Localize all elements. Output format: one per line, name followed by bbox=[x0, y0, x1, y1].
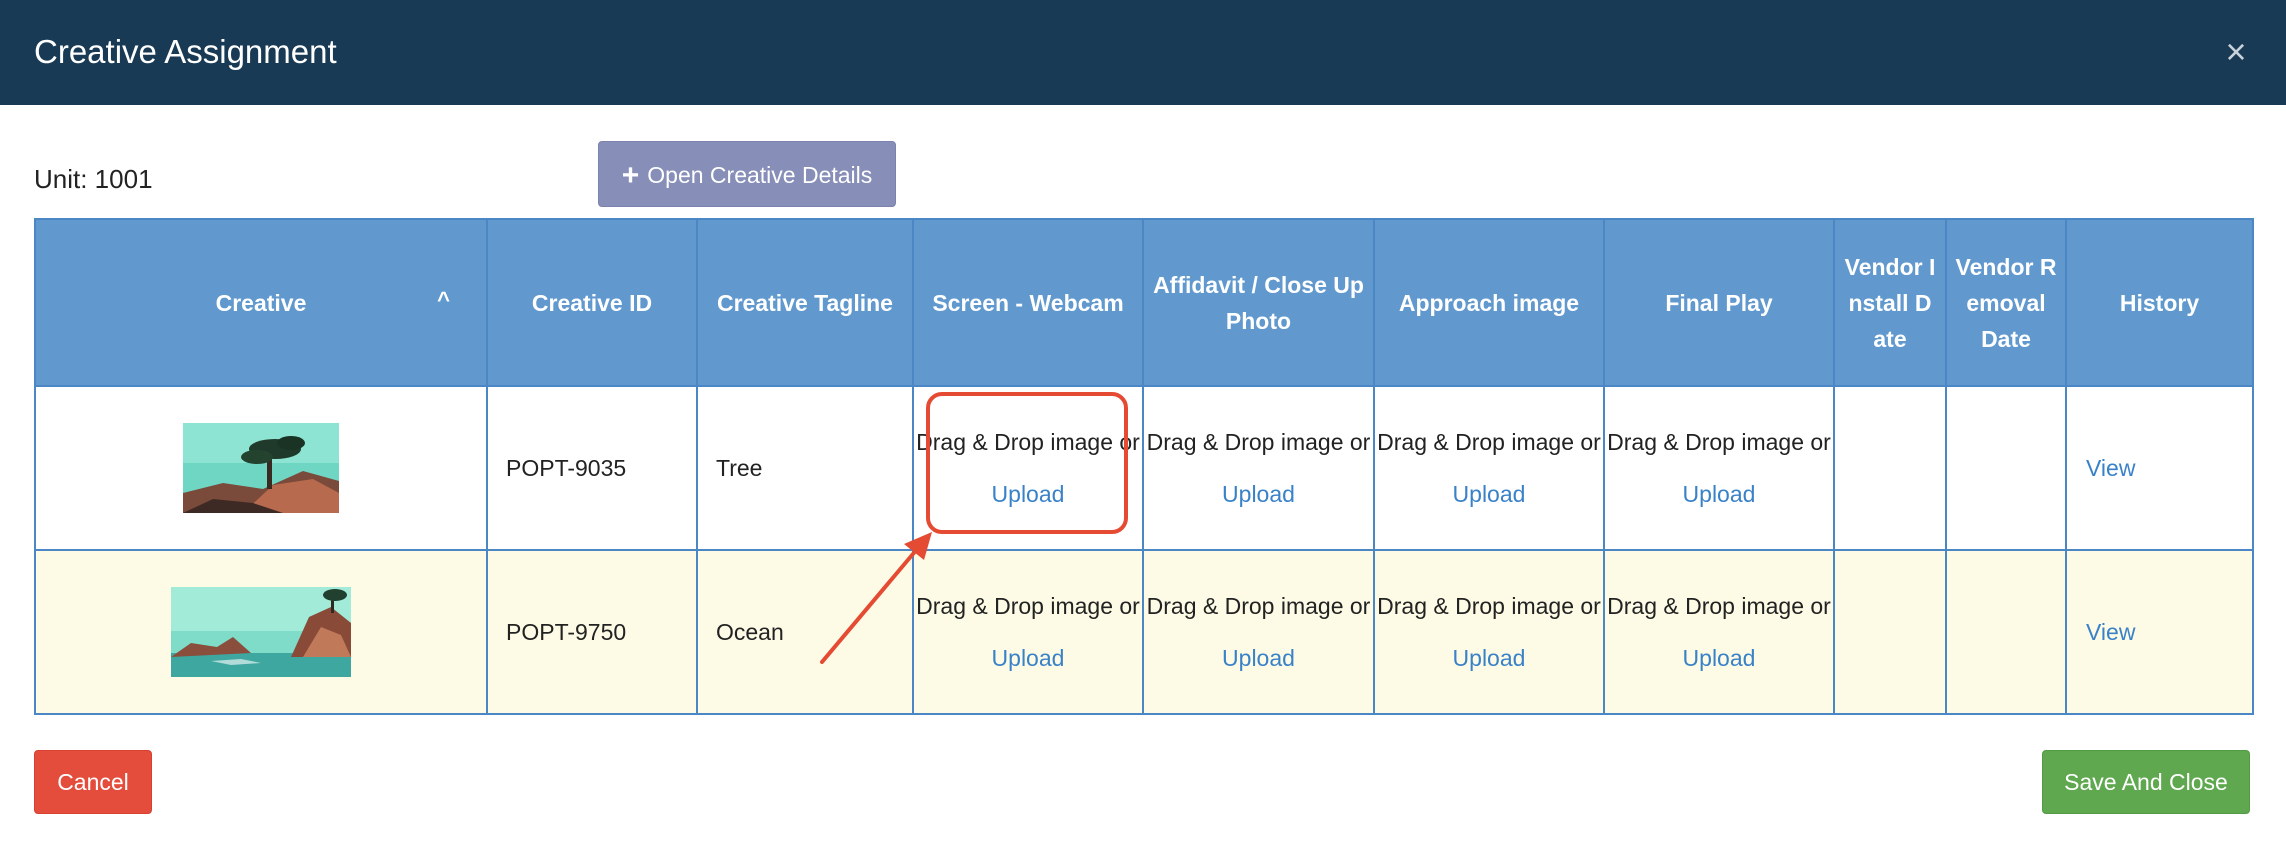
history-view-link[interactable]: View bbox=[2068, 455, 2135, 481]
column-header-creative-id[interactable]: Creative ID bbox=[486, 218, 698, 387]
tree-creative-thumbnail[interactable] bbox=[183, 423, 339, 513]
final-play-dropzone[interactable]: Drag & Drop image or Upload bbox=[1603, 385, 1835, 551]
upload-link[interactable]: Upload bbox=[1376, 640, 1602, 676]
upload-link[interactable]: Upload bbox=[1145, 640, 1372, 676]
plus-icon: + bbox=[621, 159, 640, 192]
history-cell: View bbox=[2065, 385, 2254, 551]
cancel-button[interactable]: Cancel bbox=[34, 750, 152, 814]
column-header-history[interactable]: History bbox=[2065, 218, 2254, 387]
creative-thumbnail-cell bbox=[34, 549, 488, 715]
creative-thumbnail-cell bbox=[34, 385, 488, 551]
column-header-vendor-removal-date[interactable]: Vendor Removal Date bbox=[1945, 218, 2067, 387]
column-header-screen-webcam[interactable]: Screen - Webcam bbox=[912, 218, 1144, 387]
table-header-row: Creative ^ Creative ID Creative Tagline … bbox=[34, 218, 2254, 387]
affidavit-dropzone[interactable]: Drag & Drop image or Upload bbox=[1142, 385, 1375, 551]
table-row: POPT-9035 Tree Drag & Drop image or Uplo… bbox=[34, 385, 2254, 551]
upload-link[interactable]: Upload bbox=[1376, 476, 1602, 512]
drop-instruction: Drag & Drop image or bbox=[916, 429, 1140, 455]
upload-link[interactable]: Upload bbox=[1145, 476, 1372, 512]
upload-link[interactable]: Upload bbox=[915, 476, 1141, 512]
final-play-dropzone[interactable]: Drag & Drop image or Upload bbox=[1603, 549, 1835, 715]
open-creative-details-button[interactable]: + Open Creative Details bbox=[598, 141, 896, 207]
creative-assignment-modal: Creative Assignment × Unit: 1001 + Open C… bbox=[0, 0, 2286, 852]
affidavit-dropzone[interactable]: Drag & Drop image or Upload bbox=[1142, 549, 1375, 715]
drop-instruction: Drag & Drop image or bbox=[1377, 593, 1601, 619]
vendor-install-date-cell bbox=[1833, 549, 1947, 715]
open-creative-details-label: Open Creative Details bbox=[647, 162, 873, 188]
creative-table: Creative ^ Creative ID Creative Tagline … bbox=[34, 218, 2254, 715]
sort-ascending-icon[interactable]: ^ bbox=[437, 282, 450, 318]
creative-id-cell: POPT-9750 bbox=[486, 549, 698, 715]
vendor-removal-date-cell bbox=[1945, 549, 2067, 715]
approach-image-dropzone[interactable]: Drag & Drop image or Upload bbox=[1373, 549, 1605, 715]
column-header-affidavit[interactable]: Affidavit / Close Up Photo bbox=[1142, 218, 1375, 387]
column-header-label: Creative bbox=[215, 289, 307, 316]
history-view-link[interactable]: View bbox=[2068, 619, 2135, 645]
upload-link[interactable]: Upload bbox=[915, 640, 1141, 676]
creative-tagline-cell: Ocean bbox=[696, 549, 914, 715]
creative-tagline-cell: Tree bbox=[696, 385, 914, 551]
column-header-approach-image[interactable]: Approach image bbox=[1373, 218, 1605, 387]
screen-webcam-dropzone[interactable]: Drag & Drop image or Upload bbox=[912, 549, 1144, 715]
column-header-creative-tagline[interactable]: Creative Tagline bbox=[696, 218, 914, 387]
upload-link[interactable]: Upload bbox=[1606, 476, 1832, 512]
vendor-install-date-cell bbox=[1833, 385, 1947, 551]
column-header-final-play[interactable]: Final Play bbox=[1603, 218, 1835, 387]
approach-image-dropzone[interactable]: Drag & Drop image or Upload bbox=[1373, 385, 1605, 551]
drop-instruction: Drag & Drop image or bbox=[1377, 429, 1601, 455]
column-header-vendor-install-date[interactable]: Vendor Install Date bbox=[1833, 218, 1947, 387]
creative-id-cell: POPT-9035 bbox=[486, 385, 698, 551]
drop-instruction: Drag & Drop image or bbox=[1607, 429, 1831, 455]
drop-instruction: Drag & Drop image or bbox=[916, 593, 1140, 619]
history-cell: View bbox=[2065, 549, 2254, 715]
modal-title: Creative Assignment bbox=[34, 33, 337, 70]
drop-instruction: Drag & Drop image or bbox=[1146, 429, 1371, 455]
drop-instruction: Drag & Drop image or bbox=[1607, 593, 1831, 619]
unit-label: Unit: 1001 bbox=[34, 164, 153, 194]
modal-header: Creative Assignment × bbox=[0, 0, 2286, 105]
ocean-creative-thumbnail[interactable] bbox=[171, 587, 351, 677]
table-row: POPT-9750 Ocean Drag & Drop image or Upl… bbox=[34, 549, 2254, 715]
save-and-close-button[interactable]: Save And Close bbox=[2042, 750, 2250, 814]
upload-link[interactable]: Upload bbox=[1606, 640, 1832, 676]
close-icon[interactable]: × bbox=[2214, 30, 2258, 74]
vendor-removal-date-cell bbox=[1945, 385, 2067, 551]
drop-instruction: Drag & Drop image or bbox=[1146, 593, 1371, 619]
screen-webcam-dropzone[interactable]: Drag & Drop image or Upload bbox=[912, 385, 1144, 551]
column-header-creative[interactable]: Creative ^ bbox=[34, 218, 488, 387]
